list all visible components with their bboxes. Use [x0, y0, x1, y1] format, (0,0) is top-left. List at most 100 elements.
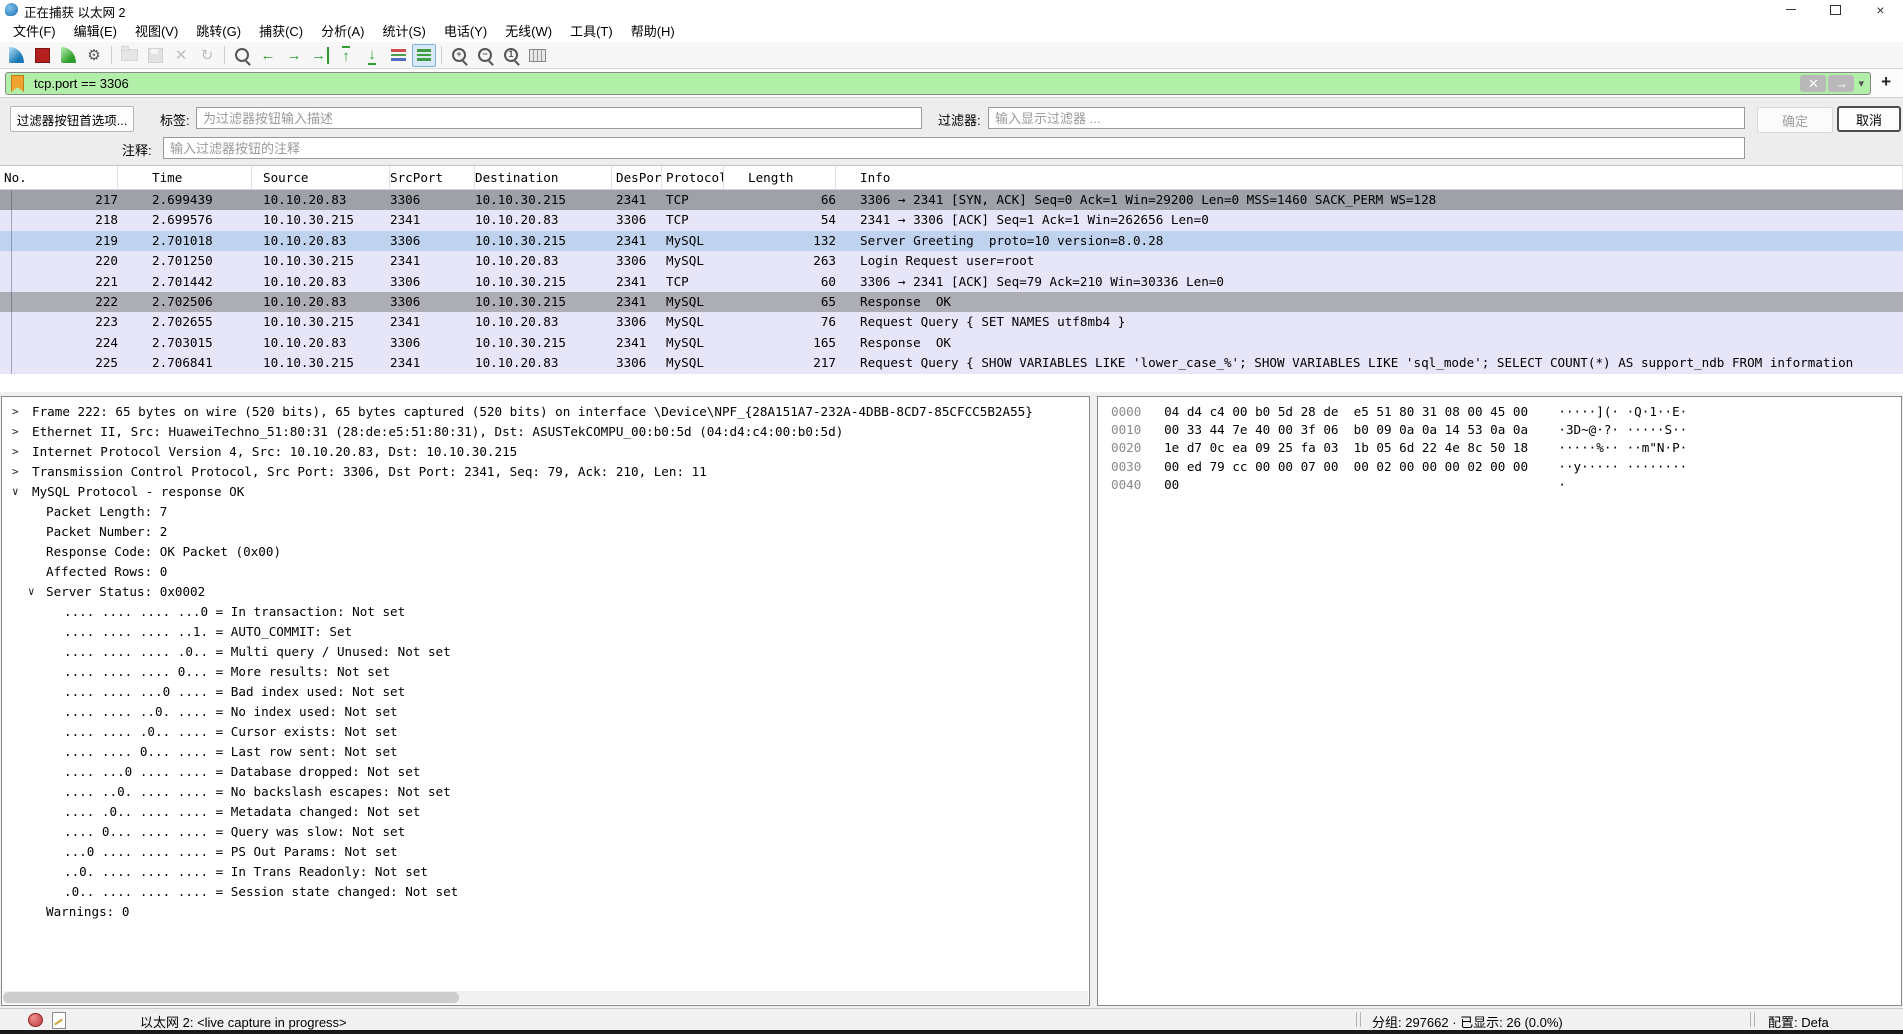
- zoom-out-icon[interactable]: −: [473, 44, 497, 67]
- detail-line-4[interactable]: ∨MySQL Protocol - response OK: [2, 482, 1089, 502]
- go-bottom-icon[interactable]: ↓: [360, 44, 384, 67]
- filter-apply-icon[interactable]: →: [1828, 75, 1854, 92]
- detail-horizontal-scrollbar[interactable]: [3, 991, 1088, 1004]
- hex-row-0010[interactable]: 0010 00 33 44 7e 40 00 3f 06 b0 09 0a 0a…: [1111, 421, 1901, 439]
- filter-add-button[interactable]: +: [1881, 72, 1891, 92]
- capture-comment-icon[interactable]: [52, 1012, 66, 1029]
- display-filter-field[interactable]: ✕ → ▾: [5, 72, 1871, 95]
- expanded-arrow-icon[interactable]: ∨: [28, 582, 35, 602]
- column-header-srcport[interactable]: SrcPort: [390, 166, 475, 189]
- column-header-protocol[interactable]: Protocol: [662, 166, 724, 189]
- menu-item-7[interactable]: 电话(Y): [435, 19, 496, 42]
- hex-row-0020[interactable]: 0020 1e d7 0c ea 09 25 fa 03 1b 05 6d 22…: [1111, 439, 1901, 457]
- menu-item-4[interactable]: 捕获(C): [250, 19, 312, 42]
- stop-capture-icon[interactable]: [30, 44, 54, 67]
- detail-line-13[interactable]: .... .... .... 0... = More results: Not …: [2, 662, 1089, 682]
- detail-line-15[interactable]: .... .... ..0. .... = No index used: Not…: [2, 702, 1089, 722]
- detail-line-18[interactable]: .... ...0 .... .... = Database dropped: …: [2, 762, 1089, 782]
- minimize-button[interactable]: [1768, 0, 1813, 19]
- hex-row-0030[interactable]: 0030 00 ed 79 cc 00 00 07 00 00 02 00 00…: [1111, 458, 1901, 476]
- menu-item-0[interactable]: 文件(F): [4, 19, 65, 42]
- detail-line-0[interactable]: >Frame 222: 65 bytes on wire (520 bits),…: [2, 402, 1089, 422]
- detail-line-11[interactable]: .... .... .... ..1. = AUTO_COMMIT: Set: [2, 622, 1089, 642]
- cancel-button[interactable]: 取消: [1837, 106, 1901, 132]
- column-header-source[interactable]: Source: [252, 166, 390, 189]
- detail-line-16[interactable]: .... .... .0.. .... = Cursor exists: Not…: [2, 722, 1089, 742]
- packet-row-217[interactable]: 2172.69943910.10.20.83330610.10.30.21523…: [0, 190, 1903, 210]
- detail-line-2[interactable]: >Internet Protocol Version 4, Src: 10.10…: [2, 442, 1089, 462]
- maximize-button[interactable]: [1813, 0, 1858, 19]
- go-top-icon[interactable]: ↑: [334, 44, 358, 67]
- detail-line-6[interactable]: Packet Number: 2: [2, 522, 1089, 542]
- detail-line-5[interactable]: Packet Length: 7: [2, 502, 1089, 522]
- hex-row-0040[interactable]: 0040 00 ·: [1111, 476, 1901, 494]
- auto-scroll-icon[interactable]: [412, 44, 436, 67]
- collapsed-arrow-icon[interactable]: >: [12, 442, 19, 462]
- column-header-no[interactable]: No.: [0, 166, 118, 189]
- hex-row-0000[interactable]: 0000 04 d4 c4 00 b0 5d 28 de e5 51 80 31…: [1111, 403, 1901, 421]
- column-header-info[interactable]: Info: [836, 166, 1903, 189]
- column-header-length[interactable]: Length: [724, 166, 836, 189]
- detail-line-25[interactable]: Warnings: 0: [2, 902, 1089, 922]
- detail-line-24[interactable]: .0.. .... .... .... = Session state chan…: [2, 882, 1089, 902]
- comment-field[interactable]: [163, 137, 1745, 159]
- detail-line-22[interactable]: ...0 .... .... .... = PS Out Params: Not…: [2, 842, 1089, 862]
- expanded-arrow-icon[interactable]: ∨: [12, 482, 19, 502]
- detail-line-20[interactable]: .... .0.. .... .... = Metadata changed: …: [2, 802, 1089, 822]
- packet-row-223[interactable]: 2232.70265510.10.30.215234110.10.20.8333…: [0, 312, 1903, 332]
- packet-row-225[interactable]: 2252.70684110.10.30.215234110.10.20.8333…: [0, 353, 1903, 373]
- column-header-time[interactable]: Time: [118, 166, 252, 189]
- filter-dropdown-icon[interactable]: ▾: [1858, 77, 1864, 90]
- filter-field[interactable]: [988, 107, 1745, 129]
- display-filter-input[interactable]: [32, 75, 1798, 92]
- zoom-in-icon[interactable]: +: [447, 44, 471, 67]
- packet-row-220[interactable]: 2202.70125010.10.30.215234110.10.20.8333…: [0, 251, 1903, 271]
- collapsed-arrow-icon[interactable]: >: [12, 402, 19, 422]
- expert-info-icon[interactable]: [28, 1013, 43, 1027]
- go-to-packet-icon[interactable]: →: [308, 44, 332, 67]
- menu-item-9[interactable]: 工具(T): [561, 19, 622, 42]
- detail-line-3[interactable]: >Transmission Control Protocol, Src Port…: [2, 462, 1089, 482]
- detail-line-19[interactable]: .... ..0. .... .... = No backslash escap…: [2, 782, 1089, 802]
- menu-item-5[interactable]: 分析(A): [312, 19, 373, 42]
- menu-item-2[interactable]: 视图(V): [126, 19, 187, 42]
- packet-list-header[interactable]: No.TimeSourceSrcPortDestinationDesPortPr…: [0, 166, 1903, 190]
- detail-line-1[interactable]: >Ethernet II, Src: HuaweiTechno_51:80:31…: [2, 422, 1089, 442]
- packet-row-221[interactable]: 2212.70144210.10.20.83330610.10.30.21523…: [0, 272, 1903, 292]
- detail-line-23[interactable]: ..0. .... .... .... = In Trans Readonly:…: [2, 862, 1089, 882]
- collapsed-arrow-icon[interactable]: >: [12, 462, 19, 482]
- menu-item-1[interactable]: 编辑(E): [65, 19, 126, 42]
- go-back-icon[interactable]: ←: [256, 44, 280, 67]
- detail-line-14[interactable]: .... .... ...0 .... = Bad index used: No…: [2, 682, 1089, 702]
- scrollbar-thumb[interactable]: [3, 992, 459, 1003]
- column-header-destination[interactable]: Destination: [475, 166, 612, 189]
- column-header-desport[interactable]: DesPort: [612, 166, 662, 189]
- filter-clear-icon[interactable]: ✕: [1800, 75, 1826, 92]
- go-forward-icon[interactable]: →: [282, 44, 306, 67]
- packet-row-219[interactable]: 2192.70101810.10.20.83330610.10.30.21523…: [0, 231, 1903, 251]
- packet-row-224[interactable]: 2242.70301510.10.20.83330610.10.30.21523…: [0, 333, 1903, 353]
- detail-line-12[interactable]: .... .... .... .0.. = Multi query / Unus…: [2, 642, 1089, 662]
- close-button[interactable]: ×: [1858, 0, 1903, 19]
- menu-item-8[interactable]: 无线(W): [496, 19, 561, 42]
- detail-line-10[interactable]: .... .... .... ...0 = In transaction: No…: [2, 602, 1089, 622]
- profile-text[interactable]: 配置: Defa: [1768, 1012, 1829, 1031]
- find-packet-icon[interactable]: [230, 44, 254, 67]
- ok-button[interactable]: 确定: [1757, 107, 1833, 133]
- detail-line-21[interactable]: .... 0... .... .... = Query was slow: No…: [2, 822, 1089, 842]
- menu-item-3[interactable]: 跳转(G): [187, 19, 250, 42]
- filter-bookmark-icon[interactable]: [11, 75, 24, 92]
- capture-options-icon[interactable]: ⚙: [82, 44, 106, 67]
- start-capture-icon[interactable]: [4, 44, 28, 67]
- filter-button-prefs-button[interactable]: 过滤器按钮首选项...: [10, 106, 134, 132]
- detail-line-17[interactable]: .... .... 0... .... = Last row sent: Not…: [2, 742, 1089, 762]
- detail-line-9[interactable]: ∨Server Status: 0x0002: [2, 582, 1089, 602]
- collapsed-arrow-icon[interactable]: >: [12, 422, 19, 442]
- restart-capture-icon[interactable]: [56, 44, 80, 67]
- resize-columns-icon[interactable]: [525, 44, 549, 67]
- detail-line-7[interactable]: Response Code: OK Packet (0x00): [2, 542, 1089, 562]
- menu-item-6[interactable]: 统计(S): [373, 19, 434, 42]
- packet-row-218[interactable]: 2182.69957610.10.30.215234110.10.20.8333…: [0, 210, 1903, 230]
- colorize-list-icon[interactable]: [386, 44, 410, 67]
- detail-line-8[interactable]: Affected Rows: 0: [2, 562, 1089, 582]
